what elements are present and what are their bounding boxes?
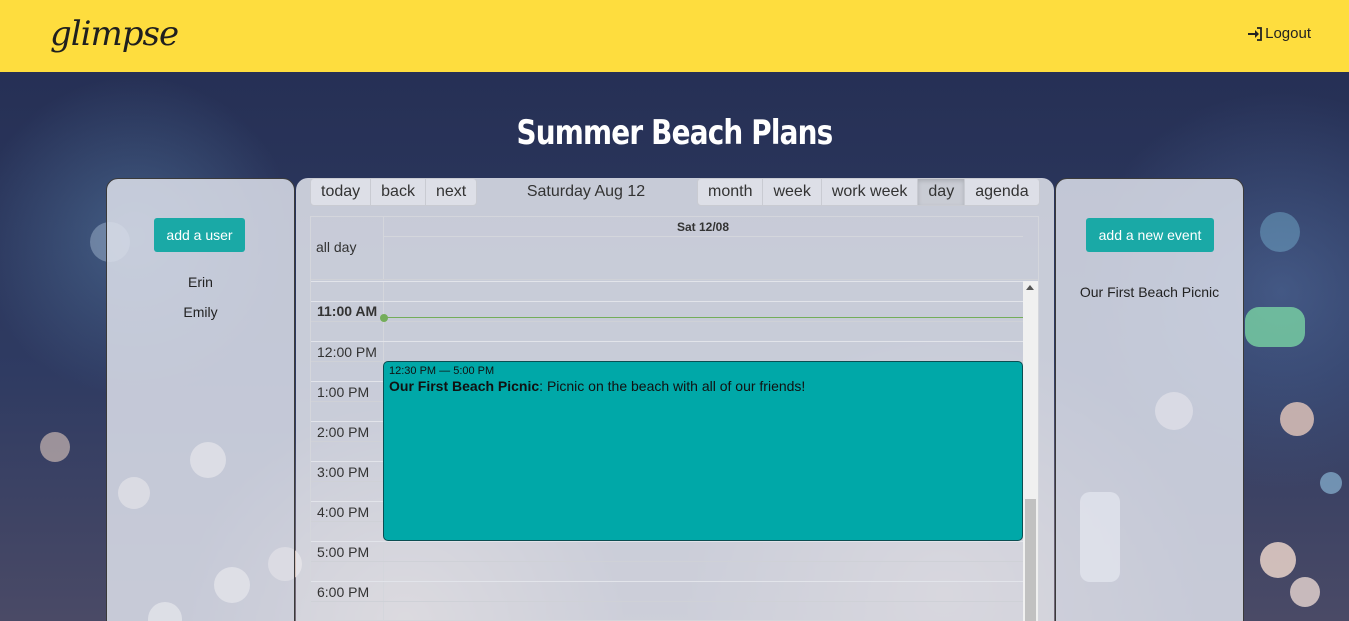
- calendar-event[interactable]: 12:30 PM — 5:00 PM Our First Beach Picni…: [383, 361, 1023, 541]
- calendar: today back next Saturday Aug 12 month we…: [296, 178, 1054, 621]
- logout-button[interactable]: Logout: [1247, 25, 1311, 42]
- time-label: 12:00 PM: [317, 344, 377, 360]
- event-description: Our First Beach Picnic: Picnic on the be…: [389, 378, 1017, 394]
- event-detail: : Picnic on the beach with all of our fr…: [539, 378, 806, 394]
- next-button[interactable]: next: [426, 179, 476, 205]
- view-week-button[interactable]: week: [763, 179, 822, 205]
- user-item[interactable]: Emily: [107, 304, 294, 320]
- current-time-dot: [380, 314, 388, 322]
- time-grid[interactable]: 11:00 AM 12:00 PM 1:00 PM 2:00 PM 3:00 P…: [311, 281, 1038, 621]
- user-item[interactable]: Erin: [107, 274, 294, 290]
- current-time-indicator: [383, 317, 1023, 318]
- add-user-button[interactable]: add a user: [154, 218, 245, 252]
- time-label: 5:00 PM: [317, 544, 370, 560]
- time-grid-scrollbar[interactable]: [1023, 281, 1038, 621]
- view-agenda-button[interactable]: agenda: [965, 179, 1038, 205]
- view-day-button[interactable]: day: [918, 179, 966, 205]
- scroll-up-icon[interactable]: [1026, 285, 1034, 290]
- calendar-view-group: month week work week day agenda: [697, 178, 1040, 206]
- day-grid: Sat 12/08 all day 11:00 AM 12:00 PM 1:00…: [310, 216, 1039, 621]
- view-month-button[interactable]: month: [698, 179, 764, 205]
- time-label: 4:00 PM: [317, 504, 370, 520]
- all-day-label: all day: [316, 239, 357, 255]
- event-title: Our First Beach Picnic: [389, 378, 540, 394]
- time-label: 6:00 PM: [317, 584, 370, 600]
- back-button[interactable]: back: [371, 179, 426, 205]
- app-logo[interactable]: glimpse: [50, 14, 179, 54]
- add-event-button[interactable]: add a new event: [1086, 218, 1214, 252]
- today-button[interactable]: today: [311, 179, 372, 205]
- logout-label: Logout: [1265, 25, 1311, 42]
- view-work-week-button[interactable]: work week: [822, 179, 919, 205]
- time-label: 11:00 AM: [317, 303, 378, 319]
- users-panel: add a user Erin Emily: [106, 178, 295, 621]
- time-label: 1:00 PM: [317, 384, 370, 400]
- time-label: 2:00 PM: [317, 424, 370, 440]
- day-header[interactable]: Sat 12/08: [383, 217, 1023, 237]
- event-list-item[interactable]: Our First Beach Picnic: [1056, 284, 1243, 300]
- top-navbar: glimpse Logout: [0, 0, 1349, 72]
- scroll-thumb[interactable]: [1025, 499, 1036, 621]
- all-day-divider: [311, 279, 1038, 280]
- page-title: Summer Beach Plans: [516, 113, 834, 153]
- logout-icon: [1248, 26, 1263, 41]
- calendar-nav-group: today back next: [310, 178, 478, 206]
- time-label: 3:00 PM: [317, 464, 370, 480]
- events-panel: add a new event Our First Beach Picnic: [1055, 178, 1244, 621]
- event-time: 12:30 PM — 5:00 PM: [389, 365, 495, 377]
- calendar-date-label: Saturday Aug 12: [526, 183, 646, 200]
